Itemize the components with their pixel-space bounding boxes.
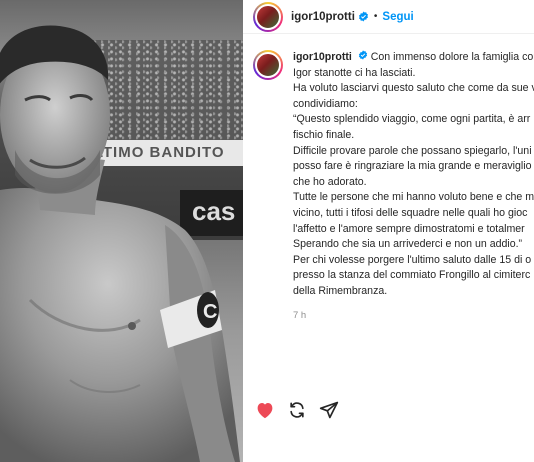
caption-text: igor10protti Con immenso dolore la famig… — [293, 50, 534, 323]
follow-button[interactable]: Segui — [382, 11, 413, 23]
caption-line: condividiamo: — [293, 97, 358, 110]
share-icon[interactable] — [319, 400, 339, 420]
separator-dot: • — [373, 11, 378, 22]
caption-avatar[interactable] — [253, 50, 283, 80]
caption-line: Tutte le persone che mi hanno voluto ben… — [293, 191, 534, 204]
caption-line: fischio finale. — [293, 128, 355, 141]
caption-line: che ho adorato. — [293, 175, 367, 188]
post-photo[interactable]: ULTIMO BANDITO cas C — [0, 0, 243, 462]
verified-badge-icon — [358, 11, 369, 22]
avatar[interactable] — [253, 1, 283, 32]
captain-armband-letter: C — [203, 301, 217, 323]
repost-icon[interactable] — [287, 400, 307, 420]
caption-line: Ha voluto lasciarvi questo saluto che co… — [293, 82, 534, 95]
footballer-figure: C — [0, 25, 240, 462]
header-username[interactable]: igor10protti — [291, 11, 355, 23]
caption-line: vicino, tutti i tifosi delle squadre nel… — [293, 206, 528, 219]
caption-line: Difficile provare parole che possano spi… — [293, 144, 532, 157]
caption-line: Sperando che sia un arrivederci e non un… — [293, 238, 523, 251]
caption-username[interactable]: igor10protti — [293, 51, 352, 63]
caption-line: l'affetto e l'amore sempre dimostratomi … — [293, 222, 525, 235]
caption-line: presso la stanza del commiato Frongillo … — [293, 269, 531, 282]
post-side-panel: igor10protti • Segui igor10protti Con im… — [243, 0, 534, 462]
post-header: igor10protti • Segui — [243, 0, 534, 34]
post-actions — [255, 400, 339, 420]
caption-line: posso fare è ringraziare la mia grande e… — [293, 160, 532, 173]
caption-line: Igor stanotte ci ha lasciati. — [293, 66, 416, 79]
post-caption-block: igor10protti Con immenso dolore la famig… — [243, 34, 534, 323]
caption-line: della Rimembranza. — [293, 284, 388, 297]
caption-line: Per chi volesse porgere l'ultimo saluto … — [293, 253, 532, 266]
heart-icon[interactable] — [255, 401, 275, 419]
caption-line: “Questo splendido viaggio, come ogni par… — [293, 113, 531, 126]
verified-badge-icon — [358, 50, 368, 60]
post-timestamp[interactable]: 7 h — [293, 308, 534, 324]
caption-line: igor10protti Con immenso dolore la famig… — [293, 50, 534, 63]
